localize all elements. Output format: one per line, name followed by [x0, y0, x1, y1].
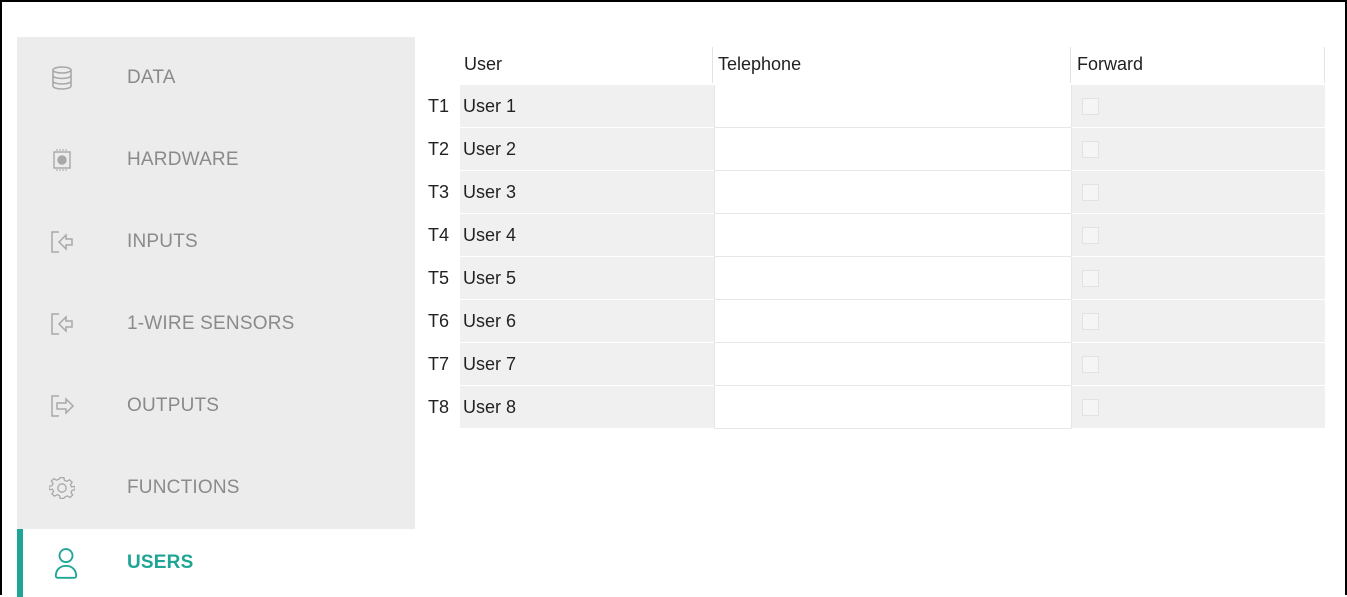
sidebar-item-users[interactable]: USERS [17, 529, 415, 597]
forward-sms-checkbox[interactable] [1082, 356, 1099, 373]
forward-sms-cell [1071, 85, 1325, 128]
column-divider [1070, 47, 1071, 83]
telephone-number-cell[interactable] [714, 214, 1071, 257]
user-name-cell[interactable]: User 5 [460, 257, 714, 300]
sidebar-item-hardware[interactable]: HARDWARE [17, 119, 415, 201]
sidebar-item-label: INPUTS [127, 231, 198, 252]
forward-sms-cell [1071, 343, 1325, 386]
forward-sms-checkbox[interactable] [1082, 227, 1099, 244]
telephone-number-cell[interactable] [714, 386, 1071, 429]
row-id: T5 [428, 268, 450, 288]
forward-sms-cell [1071, 214, 1325, 257]
input-icon [49, 229, 75, 255]
forward-sms-cell [1071, 128, 1325, 171]
sidebar-item-inputs[interactable]: INPUTS [17, 201, 415, 283]
telephone-number-cell[interactable] [714, 171, 1071, 214]
telephone-number-cell[interactable] [714, 343, 1071, 386]
row-id: T1 [428, 96, 450, 116]
sidebar-item-label: FUNCTIONS [127, 477, 240, 498]
column-header-forward-sms: Forward SMS [1077, 54, 1144, 112]
output-icon [49, 393, 75, 419]
sidebar-item-data[interactable]: DATA [17, 37, 415, 119]
sidebar-item-label: 1-WIRE SENSORS [127, 313, 295, 334]
sidebar: DATA HARDWARE INPUTS 1-WIRE SENSORS OUTP… [17, 37, 415, 597]
column-divider [1324, 47, 1325, 83]
forward-sms-checkbox[interactable] [1082, 98, 1099, 115]
sidebar-item-label: DATA [127, 67, 176, 88]
forward-sms-cell [1071, 386, 1325, 429]
input-icon [49, 311, 75, 337]
user-name-cell[interactable]: User 3 [460, 171, 714, 214]
sidebar-item-label: HARDWARE [127, 149, 239, 170]
forward-sms-checkbox[interactable] [1082, 270, 1099, 287]
user-name-cell[interactable]: User 2 [460, 128, 714, 171]
telephone-number-cell[interactable] [714, 300, 1071, 343]
column-divider [712, 47, 713, 83]
forward-sms-checkbox[interactable] [1082, 141, 1099, 158]
user-icon [53, 548, 79, 579]
database-icon [49, 65, 75, 91]
sidebar-item-functions[interactable]: FUNCTIONS [17, 447, 415, 529]
app-window: DATA HARDWARE INPUTS 1-WIRE SENSORS OUTP… [0, 0, 1347, 597]
user-name-cell[interactable]: User 1 [460, 85, 714, 128]
telephone-number-cell[interactable] [714, 257, 1071, 300]
row-id: T7 [428, 354, 450, 374]
gear-icon [49, 475, 75, 501]
forward-sms-checkbox[interactable] [1082, 313, 1099, 330]
forward-sms-checkbox[interactable] [1082, 184, 1099, 201]
row-id: T8 [428, 397, 450, 417]
user-name-cell[interactable]: User 6 [460, 300, 714, 343]
sidebar-item-label: USERS [127, 552, 194, 573]
sidebar-item-label: OUTPUTS [127, 395, 220, 416]
row-id: T2 [428, 139, 450, 159]
forward-sms-cell [1071, 257, 1325, 300]
user-name-cell[interactable]: User 4 [460, 214, 714, 257]
chip-icon [49, 147, 75, 173]
telephone-number-cell[interactable] [714, 85, 1071, 128]
column-header-user: User [464, 54, 503, 74]
row-id: T6 [428, 311, 450, 331]
forward-sms-cell [1071, 300, 1325, 343]
sidebar-item-outputs[interactable]: OUTPUTS [17, 365, 415, 447]
user-name-cell[interactable]: User 8 [460, 386, 714, 429]
active-indicator [17, 529, 23, 597]
column-header-telephone: Telephone number [718, 54, 802, 112]
row-id: T3 [428, 182, 450, 202]
row-id: T4 [428, 225, 450, 245]
telephone-number-cell[interactable] [714, 128, 1071, 171]
user-name-cell[interactable]: User 7 [460, 343, 714, 386]
forward-sms-cell [1071, 171, 1325, 214]
forward-sms-checkbox[interactable] [1082, 399, 1099, 416]
sidebar-item-1-wire-sensors[interactable]: 1-WIRE SENSORS [17, 283, 415, 365]
